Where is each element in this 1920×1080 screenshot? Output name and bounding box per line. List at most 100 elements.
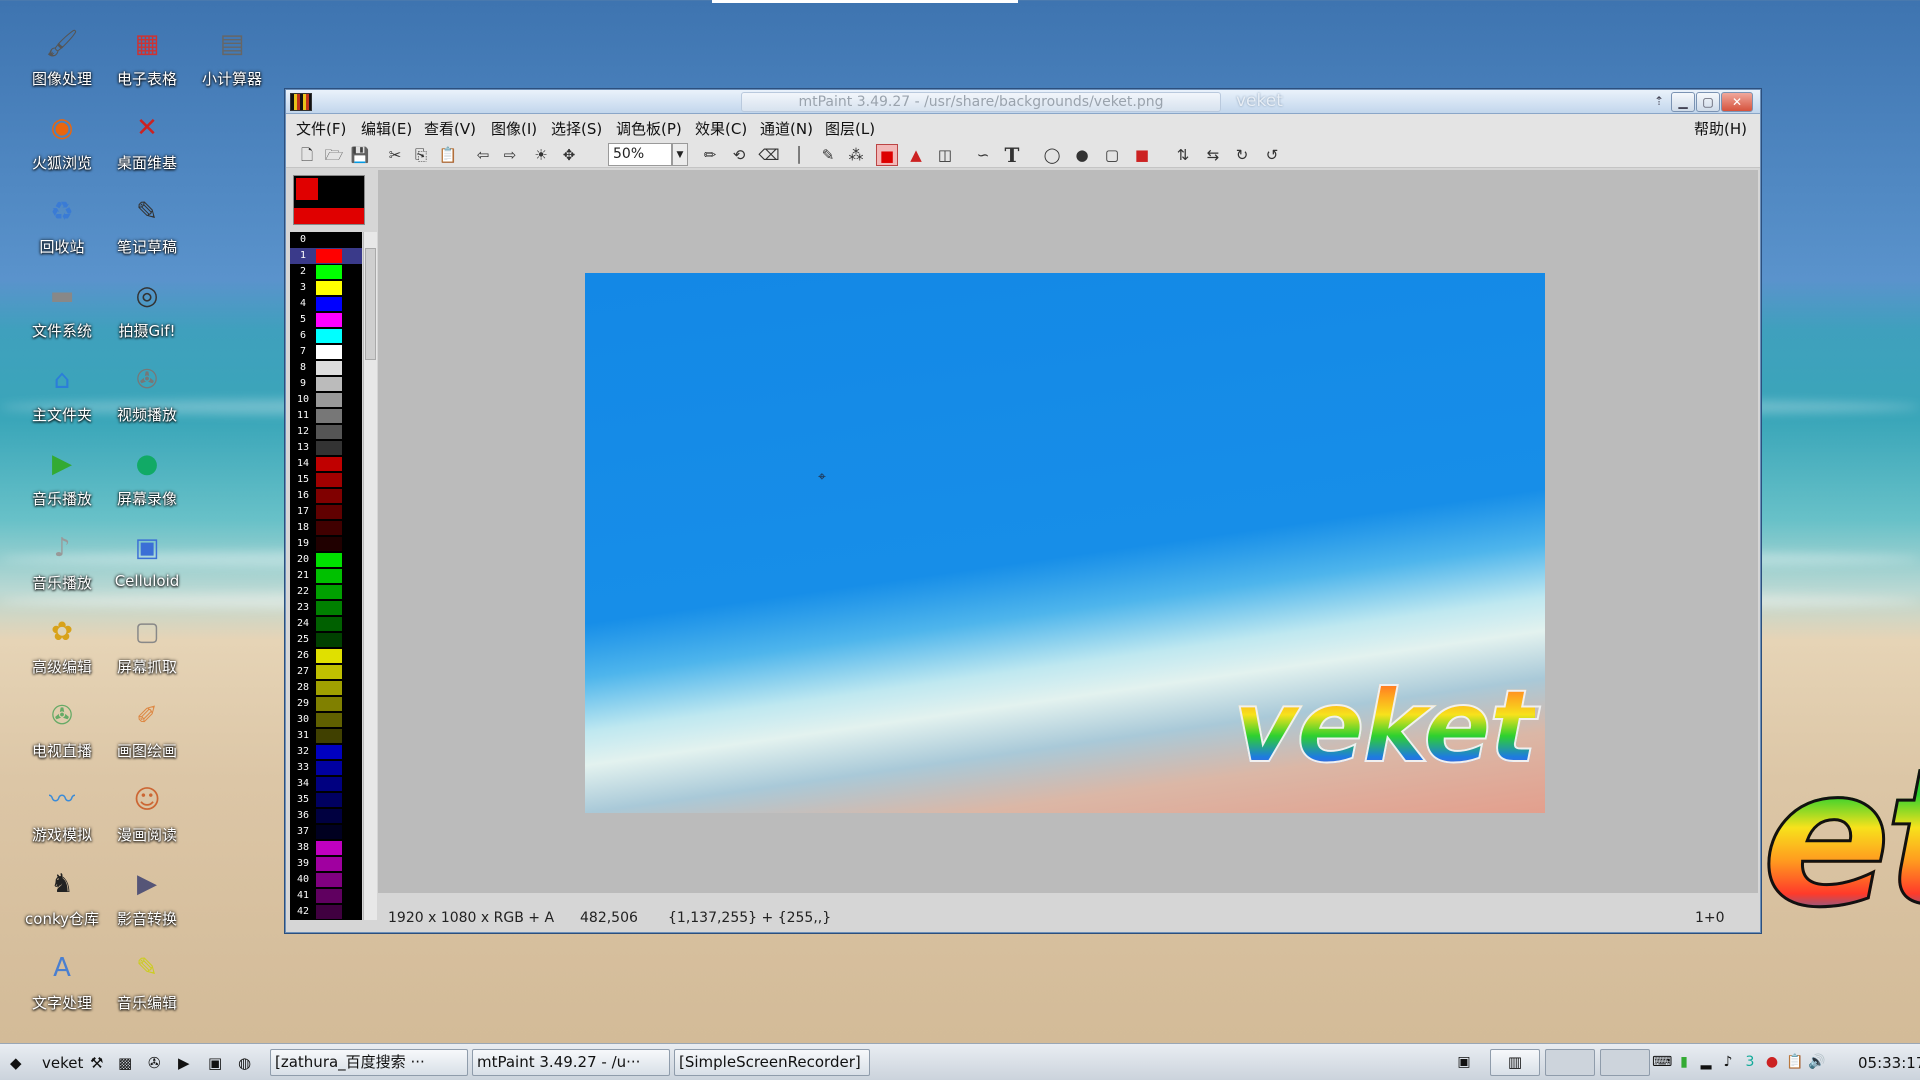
desktop-icon-advanced-edit[interactable]: ✿ 高级编辑 xyxy=(20,602,104,682)
palette-entry[interactable]: 6 xyxy=(290,328,362,344)
palette-entry[interactable]: 13 xyxy=(290,440,362,456)
menu-layers[interactable]: 图层(L) xyxy=(825,118,875,139)
palette-swatch[interactable] xyxy=(316,681,342,695)
palette-swatch[interactable] xyxy=(316,617,342,631)
palette-entry[interactable]: 22 xyxy=(290,584,362,600)
palette-entry[interactable]: 30 xyxy=(290,712,362,728)
fill-icon[interactable]: ■ xyxy=(876,144,898,166)
cut-icon[interactable]: ✂ xyxy=(384,144,406,166)
desktop-icon-video-player[interactable]: ✇ 视频播放 xyxy=(105,350,189,430)
palette-entry[interactable]: 10 xyxy=(290,392,362,408)
tray-clipboard-icon[interactable]: 📋 xyxy=(1786,1053,1804,1071)
desktop-icon-screen-record[interactable]: ● 屏幕录像 xyxy=(105,434,189,514)
palette-entry[interactable]: 27 xyxy=(290,664,362,680)
workspace-2[interactable] xyxy=(1545,1049,1595,1076)
maximize-button[interactable]: ▢ xyxy=(1696,92,1720,112)
tray-signal-icon[interactable]: ▂ xyxy=(1697,1053,1715,1071)
desktop-icon-game-emu[interactable]: 〰游戏模拟 xyxy=(20,770,104,850)
desktop-icon-firefox[interactable]: ◉ 火狐浏览 xyxy=(20,98,104,178)
current-colors-swatch[interactable] xyxy=(293,175,365,225)
desktop-icon-recycle-bin[interactable]: ♻ 回收站 xyxy=(20,182,104,262)
palette-swatch[interactable] xyxy=(316,633,342,647)
palette-entry[interactable]: 42 xyxy=(290,904,362,920)
menu-help[interactable]: 帮助(H) xyxy=(1694,118,1747,139)
redo-icon[interactable]: ⇨ xyxy=(499,144,521,166)
menu-view[interactable]: 查看(V) xyxy=(424,118,476,139)
workspace-1[interactable]: ▥ xyxy=(1490,1049,1540,1076)
new-file-icon[interactable]: 🗋 xyxy=(296,144,318,166)
brightness-icon[interactable]: ☀ xyxy=(530,144,552,166)
quick-launch-monitor-icon[interactable]: ▩ xyxy=(118,1051,132,1075)
palette-swatch[interactable] xyxy=(316,825,342,839)
flip-v-icon[interactable]: ⇅ xyxy=(1172,144,1194,166)
palette-swatch[interactable] xyxy=(316,473,342,487)
close-button[interactable]: ✕ xyxy=(1721,92,1753,112)
palette-swatch[interactable] xyxy=(316,265,342,279)
palette-swatch[interactable] xyxy=(316,809,342,823)
palette-entry[interactable]: 5 xyxy=(290,312,362,328)
palette-entry[interactable]: 20 xyxy=(290,552,362,568)
palette-entry[interactable]: 41 xyxy=(290,888,362,904)
desktop-icon-image-process[interactable]: 🖌 图像处理 xyxy=(20,14,104,94)
desktop-icon-calculator[interactable]: ▤ 小计算器 xyxy=(190,14,274,94)
title-bar[interactable]: mtPaint 3.49.27 - /usr/share/backgrounds… xyxy=(286,90,1760,114)
desktop-icon-desktop-maintenance[interactable]: ✕ 桌面维基 xyxy=(105,98,189,178)
palette-swatch[interactable] xyxy=(316,313,342,327)
palette-list[interactable]: 0 1 2 3 4 5 6 7 8 9 10 11 12 13 14 15 16 17 18 19 20 21 22 23 24… xyxy=(290,232,362,920)
desktop-icon-music-player[interactable]: ▶ 音乐播放 xyxy=(20,434,104,514)
palette-entry[interactable]: 19 xyxy=(290,536,362,552)
desktop-icon-screenshot[interactable]: ▢ 屏幕抓取 xyxy=(105,602,189,682)
palette-entry[interactable]: 0 xyxy=(290,232,362,248)
palette-swatch[interactable] xyxy=(316,281,342,295)
workspace-3[interactable] xyxy=(1600,1049,1650,1076)
zoom-input[interactable]: 50% xyxy=(608,143,672,166)
copy-icon[interactable]: ⎘ xyxy=(410,144,432,166)
menu-palette[interactable]: 调色板(P) xyxy=(616,118,682,139)
palette-swatch[interactable] xyxy=(316,409,342,423)
menu-channels[interactable]: 通道(N) xyxy=(760,118,813,139)
palette-entry[interactable]: 16 xyxy=(290,488,362,504)
mtpaint-app-icon[interactable] xyxy=(290,93,312,111)
palette-swatch[interactable] xyxy=(316,793,342,807)
palette-entry[interactable]: 1 xyxy=(290,248,362,264)
open-folder-icon[interactable]: 🗁 xyxy=(323,144,345,166)
palette-swatch[interactable] xyxy=(316,553,342,567)
task-mtpaint[interactable]: mtPaint 3.49.27 - /u··· xyxy=(472,1049,670,1076)
tray-keyboard-icon[interactable]: ⌨ xyxy=(1652,1053,1672,1071)
rect-fill-icon[interactable]: ■ xyxy=(1131,144,1153,166)
palette-entry[interactable]: 28 xyxy=(290,680,362,696)
quick-launch-media-icon[interactable]: ✇ xyxy=(148,1051,161,1075)
desktop-icon-celluloid[interactable]: ▣ Celluloid xyxy=(105,518,189,598)
lasso-icon[interactable]: ∽ xyxy=(972,144,994,166)
palette-entry[interactable]: 25 xyxy=(290,632,362,648)
menu-effects[interactable]: 效果(C) xyxy=(695,118,747,139)
desktop-icon-music-edit[interactable]: ✎ 音乐编辑 xyxy=(105,938,189,1018)
palette-swatch[interactable] xyxy=(316,361,342,375)
desktop-icon-filesystem[interactable]: ▬ 文件系统 xyxy=(20,266,104,346)
palette-entry[interactable]: 7 xyxy=(290,344,362,360)
palette-swatch[interactable] xyxy=(316,489,342,503)
eraser-icon[interactable]: ⌫ xyxy=(758,144,780,166)
desktop-icon-gif-capture[interactable]: ◎ 拍摄Gif! xyxy=(105,266,189,346)
palette-swatch[interactable] xyxy=(316,729,342,743)
desktop-icon-tv-live[interactable]: ✇ 电视直播 xyxy=(20,686,104,766)
palette-entry[interactable]: 39 xyxy=(290,856,362,872)
rect-outline-icon[interactable]: ▢ xyxy=(1101,144,1123,166)
pattern-icon[interactable]: ⁂ xyxy=(845,144,867,166)
ellipse-fill-icon[interactable]: ● xyxy=(1071,144,1093,166)
menu-image[interactable]: 图像(I) xyxy=(491,118,537,139)
palette-swatch[interactable] xyxy=(316,505,342,519)
palette-swatch[interactable] xyxy=(316,777,342,791)
palette-swatch[interactable] xyxy=(316,297,342,311)
zoom-dropdown-button[interactable]: ▼ xyxy=(672,143,688,166)
palette-entry[interactable]: 12 xyxy=(290,424,362,440)
palette-entry[interactable]: 11 xyxy=(290,408,362,424)
palette-swatch[interactable] xyxy=(316,569,342,583)
start-menu-icon[interactable]: ◆ xyxy=(10,1051,22,1075)
desktop-icon-music-player-2[interactable]: ♪ 音乐播放 xyxy=(20,518,104,598)
palette-swatch[interactable] xyxy=(316,521,342,535)
palette-entry[interactable]: 9 xyxy=(290,376,362,392)
tray-speaker-icon[interactable]: 🔊 xyxy=(1808,1053,1826,1071)
rotate-ccw-icon[interactable]: ↺ xyxy=(1261,144,1283,166)
color-select-icon[interactable]: ◫ xyxy=(934,144,956,166)
